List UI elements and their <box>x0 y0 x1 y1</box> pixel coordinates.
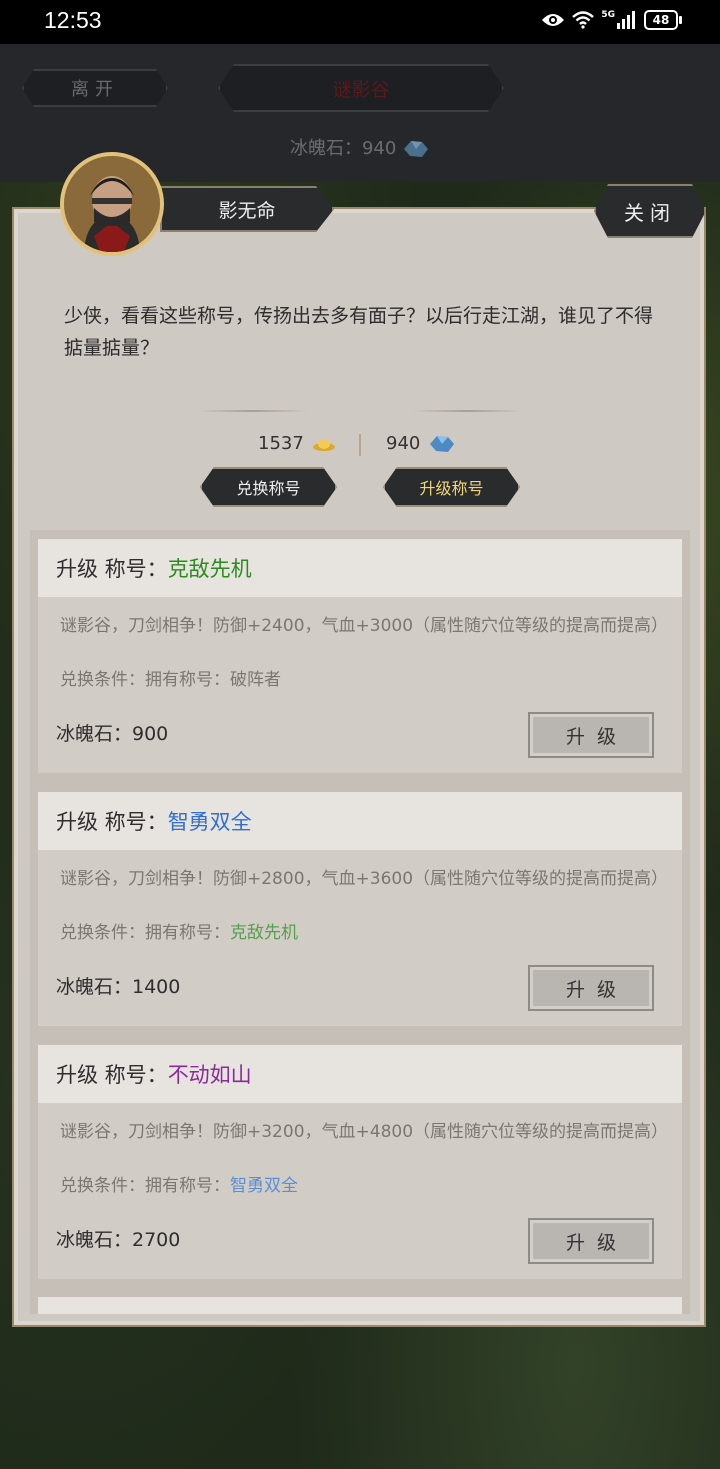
npc-name: 影无命 <box>160 186 334 232</box>
card-title: 智勇双全 <box>167 810 252 834</box>
card-prefix: 升级 称号： <box>56 810 168 834</box>
card-description: 谜影谷，刀剑相争！防御+2400，气血+3000（属性随穴位等级的提高而提高） <box>60 616 669 636</box>
card-cost: 冰魄石：2700 <box>56 1229 181 1251</box>
card-condition: 兑换条件：拥有称号：破阵者 <box>60 670 281 690</box>
card-description: 谜影谷，刀剑相争！防御+2800，气血+3600（属性随穴位等级的提高而提高） <box>60 869 669 889</box>
leave-button[interactable]: 离开 <box>22 69 168 107</box>
card-body: 谜影谷，刀剑相争！防御+2400，气血+3000（属性随穴位等级的提高而提高） … <box>38 597 682 773</box>
card-cost: 冰魄石：900 <box>56 723 169 745</box>
stone-count: 940 <box>386 433 456 454</box>
status-icons: 5G 48 <box>541 10 682 30</box>
card-condition: 兑换条件：拥有称号：智勇双全 <box>60 1176 298 1196</box>
battery-icon: 48 <box>644 10 682 30</box>
card-prefix: 升级 称号： <box>56 1063 168 1087</box>
upgrade-button[interactable]: 升级 <box>528 1218 654 1264</box>
card-title: 不动如山 <box>167 1063 252 1087</box>
card-condition: 兑换条件：拥有称号：克敌先机 <box>60 923 298 943</box>
network-type: 5G <box>601 10 615 20</box>
location-title: 谜影谷 <box>218 64 504 112</box>
tab-exchange-title[interactable]: 兑换称号 <box>200 467 337 507</box>
upgrade-button[interactable]: 升级 <box>528 712 654 758</box>
gold-value: 1537 <box>258 433 304 454</box>
title-card: 升级 称号： 智勇双全 谜影谷，刀剑相争！防御+2800，气血+3600（属性随… <box>38 792 682 1026</box>
divider-right <box>412 410 522 412</box>
card-header: 升级 称号： 克敌先机 <box>38 539 682 597</box>
currency-separator <box>359 434 361 456</box>
card-title: 克敌先机 <box>167 557 252 581</box>
card-header: 升级 称号： 智勇双全 <box>38 792 682 850</box>
card-cost: 冰魄石：1400 <box>56 976 181 998</box>
card-body: 谜影谷，刀剑相争！防御+2800，气血+3600（属性随穴位等级的提高而提高） … <box>38 850 682 1026</box>
gold-ingot-icon <box>312 438 335 451</box>
status-bar: 12:53 5G 48 <box>0 0 720 44</box>
stone-value: 940 <box>386 433 421 454</box>
tab-upgrade-title[interactable]: 升级称号 <box>383 467 520 507</box>
ice-stone-icon <box>430 435 455 452</box>
eye-icon <box>542 14 565 26</box>
signal-icon <box>617 11 635 29</box>
card-prefix: 升级 称号： <box>56 557 168 581</box>
upgrade-button[interactable]: 升级 <box>528 965 654 1011</box>
ice-stone-icon <box>404 141 429 157</box>
title-list[interactable]: 升级 称号： 克敌先机 谜影谷，刀剑相争！防御+2400，气血+3000（属性随… <box>30 530 690 1314</box>
gold-count: 1537 <box>258 433 336 454</box>
title-card: 升级 称号： 不动如山 谜影谷，刀剑相争！防御+3200，气血+4800（属性随… <box>38 1045 682 1279</box>
close-button[interactable]: 关闭 <box>594 184 706 238</box>
header-stone-label: 冰魄石：940 <box>289 138 397 159</box>
card-description: 谜影谷，刀剑相争！防御+3200，气血+4800（属性随穴位等级的提高而提高） <box>60 1122 669 1142</box>
title-card-partial <box>38 1297 682 1314</box>
divider-left <box>198 410 308 412</box>
npc-avatar <box>60 152 164 256</box>
card-header: 升级 称号： 不动如山 <box>38 1045 682 1103</box>
npc-intro-text: 少侠，看看这些称号，传扬出去多有面子？以后行走江湖，谁见了不得掂量掂量？ <box>64 305 654 359</box>
status-time: 12:53 <box>44 7 102 33</box>
card-body: 谜影谷，刀剑相争！防御+3200，气血+4800（属性随穴位等级的提高而提高） … <box>38 1103 682 1279</box>
title-card: 升级 称号： 克敌先机 谜影谷，刀剑相争！防御+2400，气血+3000（属性随… <box>38 539 682 773</box>
wifi-icon <box>572 11 595 29</box>
